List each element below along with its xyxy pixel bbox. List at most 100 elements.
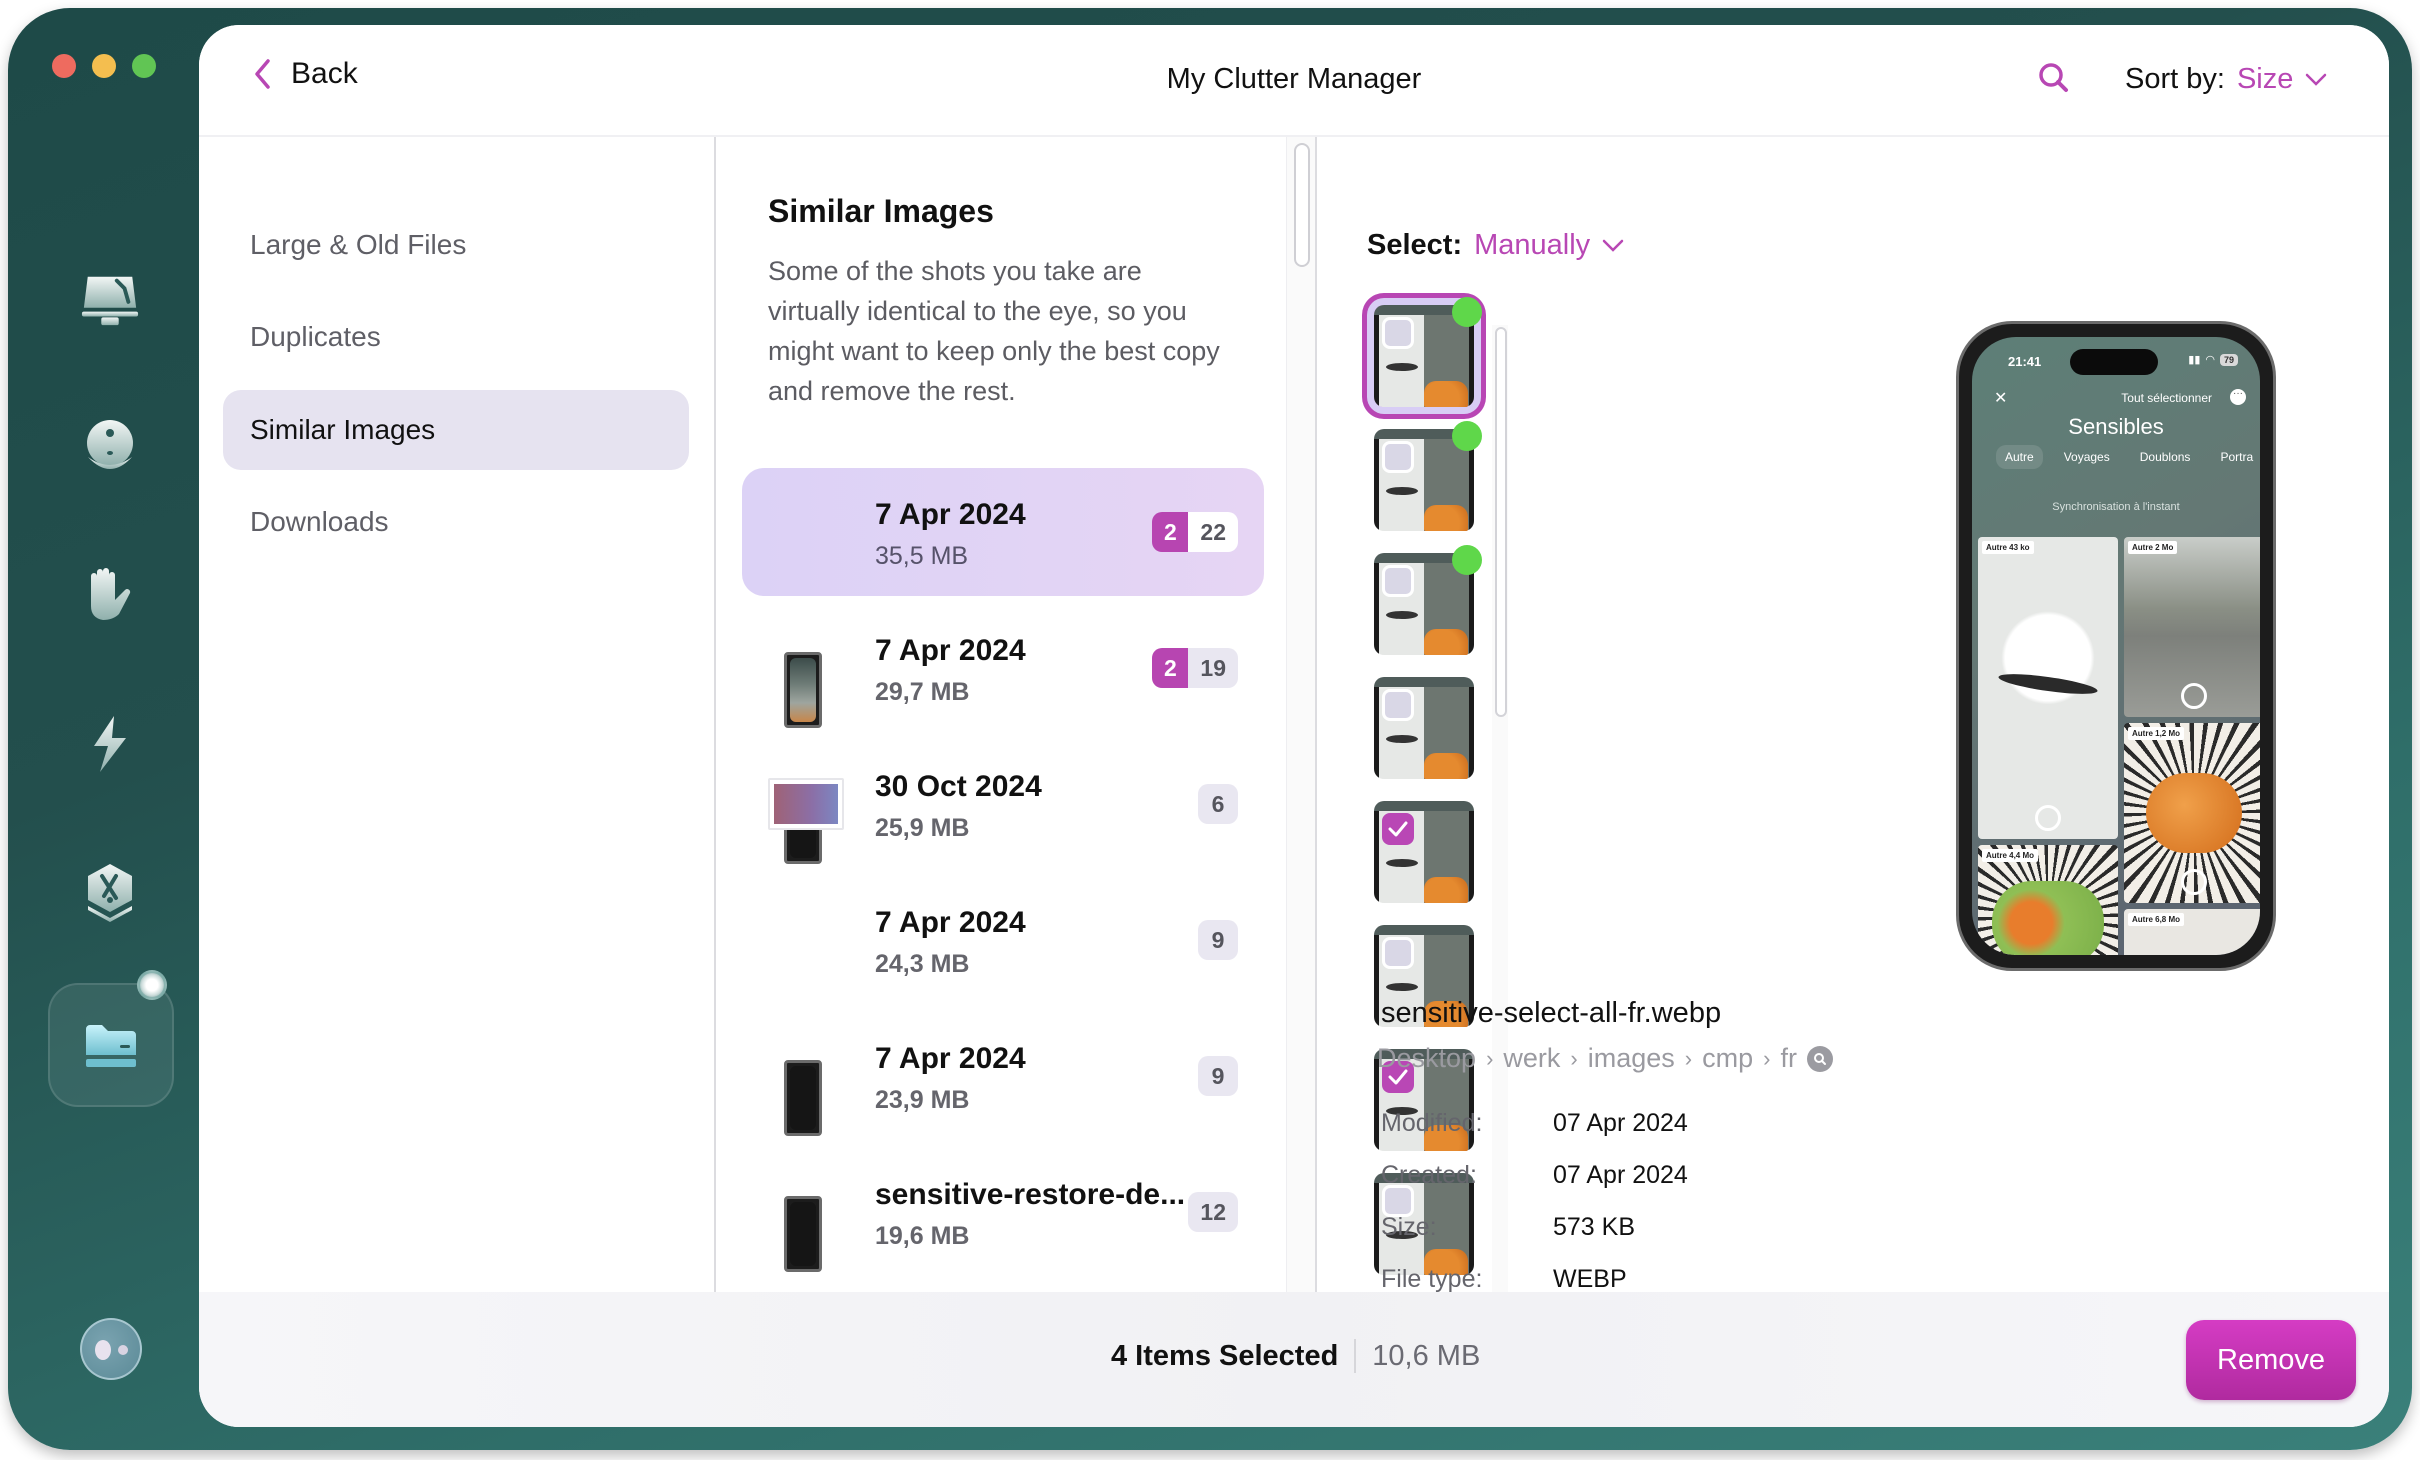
- chevron-right-icon: ›: [1763, 1045, 1771, 1071]
- group-title: 7 Apr 2024: [875, 498, 1026, 531]
- group-row[interactable]: 30 Oct 2024 25,9 MB 6: [742, 740, 1264, 868]
- battery-icon: 79: [2219, 353, 2238, 366]
- group-row[interactable]: sensitive-restore-de... 19,6 MB 12: [742, 1148, 1264, 1408]
- thumbnail-art: [1386, 611, 1418, 619]
- search-icon: [2039, 63, 2068, 92]
- thumbnail-scrollbar-thumb[interactable]: [1495, 327, 1507, 717]
- meta-key: File type:: [1381, 1264, 1483, 1293]
- minimize-window-button[interactable]: [92, 54, 116, 78]
- image-preview: 21:41 ▮▮ ◠ 79 ✕ Tout sélectionner ··· Se…: [1956, 321, 2276, 971]
- preview-tile-label: Autre 43 ko: [1982, 541, 2034, 554]
- best-shot-indicator: [1452, 297, 1482, 327]
- zoom-window-button[interactable]: [132, 54, 156, 78]
- meta-value: 07 Apr 2024: [1553, 1108, 1688, 1137]
- count-badge: 12: [1188, 1192, 1238, 1232]
- image-thumbnail[interactable]: [1374, 677, 1474, 779]
- group-row[interactable]: 7 Apr 2024 23,9 MB 9: [742, 1012, 1264, 1272]
- section-description: Some of the shots you take are virtually…: [768, 256, 1220, 406]
- nav-item-similar-images[interactable]: Similar Images: [223, 390, 689, 470]
- assistant-button[interactable]: [80, 1318, 142, 1380]
- nav-item-large-old-files[interactable]: Large & Old Files: [223, 205, 689, 285]
- total-count: 22: [1188, 512, 1238, 552]
- path-segment: cmp: [1702, 1043, 1754, 1073]
- main-window: Back My Clutter Manager Sort by: Size La…: [199, 25, 2389, 1427]
- rail-protection[interactable]: [80, 418, 140, 478]
- group-title: 7 Apr 2024: [875, 906, 1026, 939]
- summary-divider: [1354, 1339, 1357, 1373]
- checkbox-unchecked[interactable]: [1382, 689, 1414, 721]
- thumbnail-art: [1386, 363, 1418, 371]
- preview-sync-text: Synchronisation à l'instant: [2052, 501, 2180, 513]
- thumbnail-art: [1386, 735, 1418, 743]
- hand-icon: [91, 568, 131, 620]
- preview-screen: 21:41 ▮▮ ◠ 79 ✕ Tout sélectionner ··· Se…: [1972, 337, 2260, 955]
- preview-tile: Autre 2 Mo: [2124, 537, 2260, 717]
- thumbnail-art: [1386, 487, 1418, 495]
- select-mode-dropdown[interactable]: Select: Manually: [1367, 229, 1624, 262]
- group-list-pane: Similar Images Some of the shots you tak…: [714, 137, 1316, 1408]
- checkbox-checked[interactable]: [1382, 813, 1414, 845]
- image-thumbnail[interactable]: [1374, 421, 1482, 531]
- group-row[interactable]: 7 Apr 2024 29,7 MB 2 19: [742, 604, 1264, 864]
- nav-item-duplicates[interactable]: Duplicates: [223, 297, 689, 377]
- lightning-icon: [94, 716, 126, 772]
- group-size: 35,5 MB: [875, 542, 969, 570]
- chevron-right-icon: ›: [1684, 1045, 1693, 1071]
- rail-applications[interactable]: [80, 862, 140, 922]
- thumbnail-art: [1386, 859, 1418, 867]
- preview-tile-checkbox: [2181, 683, 2207, 709]
- preview-tab: Portra: [2220, 450, 2254, 464]
- list-scrollbar-track[interactable]: [1286, 137, 1316, 1292]
- checkbox-unchecked[interactable]: [1382, 937, 1414, 969]
- best-shot-indicator: [1452, 421, 1482, 451]
- rail-privacy[interactable]: [80, 566, 140, 626]
- group-title: 30 Oct 2024: [875, 770, 1042, 803]
- action-bar: 4 Items Selected 10,6 MB Remove: [199, 1292, 2389, 1427]
- checkbox-unchecked[interactable]: [1382, 317, 1414, 349]
- nav-item-downloads[interactable]: Downloads: [223, 482, 689, 562]
- preview-tile-label: Autre 2 Mo: [2128, 541, 2178, 554]
- group-size: 19,6 MB: [875, 1222, 970, 1250]
- best-shot-indicator: [1452, 545, 1482, 575]
- chevron-down-icon: [2306, 73, 2327, 86]
- preview-tab: Voyages: [2063, 450, 2110, 464]
- sort-value: Size: [2236, 63, 2294, 95]
- total-count: 12: [1188, 1192, 1238, 1232]
- preview-tile-label: Autre 4,4 Mo: [1982, 849, 2039, 862]
- rail-my-clutter[interactable]: [48, 983, 174, 1107]
- reveal-in-finder-button[interactable]: [1806, 1045, 1833, 1072]
- total-count: 6: [1198, 784, 1238, 824]
- select-value: Manually: [1474, 229, 1591, 261]
- remove-button[interactable]: Remove: [2186, 1320, 2356, 1400]
- group-title: sensitive-restore-de...: [875, 1178, 1186, 1211]
- rail-cleanup[interactable]: [80, 270, 140, 330]
- group-size: 29,7 MB: [875, 678, 970, 706]
- group-row[interactable]: 7 Apr 2024 35,5 MB 2 22: [742, 468, 1264, 728]
- checkbox-unchecked[interactable]: [1382, 565, 1414, 597]
- group-title: 7 Apr 2024: [875, 1042, 1026, 1075]
- count-badge: 9: [1198, 1056, 1238, 1096]
- checkbox-unchecked[interactable]: [1382, 441, 1414, 473]
- notification-dot: [137, 970, 167, 1000]
- image-thumbnail[interactable]: [1374, 801, 1474, 903]
- meta-key: Modified:: [1381, 1108, 1483, 1137]
- list-scrollbar-thumb[interactable]: [1294, 143, 1310, 267]
- sort-dropdown[interactable]: Sort by: Size: [2125, 63, 2327, 96]
- preview-tile-label: Autre 6,8 Mo: [2128, 913, 2185, 926]
- chevron-down-icon: [1602, 239, 1624, 252]
- group-row[interactable]: 7 Apr 2024 24,3 MB 9: [742, 876, 1264, 1136]
- rail-performance[interactable]: [80, 714, 140, 774]
- image-thumbnail[interactable]: [1374, 545, 1482, 655]
- count-badge: 2 19: [1152, 648, 1238, 688]
- close-window-button[interactable]: [52, 54, 76, 78]
- search-button[interactable]: [2037, 61, 2071, 100]
- count-badge: 2 22: [1152, 512, 1238, 552]
- checkmark-icon: [1388, 821, 1408, 837]
- category-nav: Large & Old Files Duplicates Similar Ima…: [199, 137, 714, 1292]
- selection-summary: 4 Items Selected 10,6 MB: [1111, 1339, 1480, 1373]
- sort-label: Sort by:: [2125, 63, 2225, 95]
- thumbnail-art: [1424, 877, 1468, 903]
- dynamic-island: [2070, 349, 2158, 375]
- image-thumbnail[interactable]: [1374, 297, 1482, 407]
- preview-tile: Autre 4,4 Mo: [1978, 845, 2118, 955]
